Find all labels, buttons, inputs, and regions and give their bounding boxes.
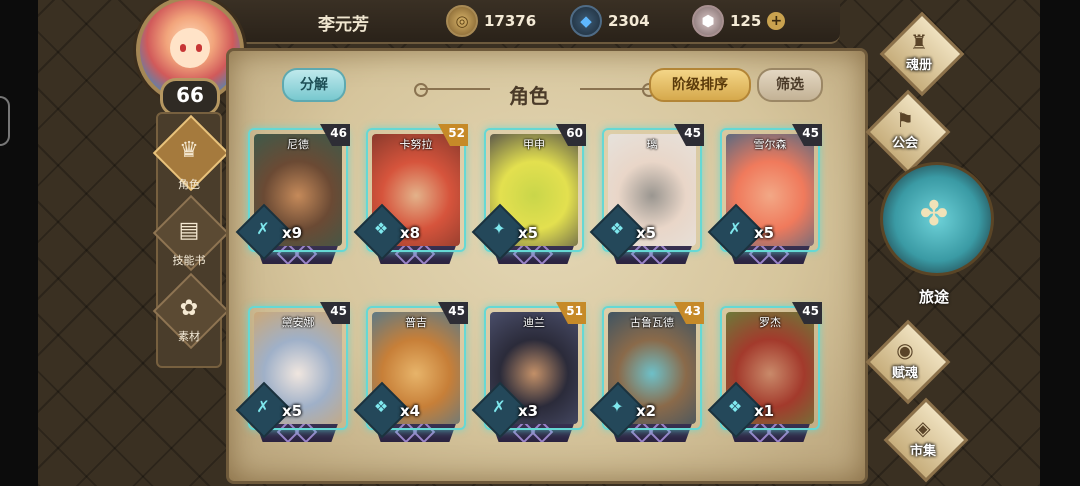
character-card[interactable]: 璃 45 ❖ x5 (589, 124, 704, 268)
character-count: x3 (518, 402, 539, 420)
nav-guild-label: 公会 (891, 136, 918, 151)
dagger-class-icon: ✗ (256, 219, 270, 238)
beast-class-icon: ❖ (373, 219, 389, 238)
character-count: x8 (400, 224, 421, 242)
character-count: x5 (282, 402, 303, 420)
book-icon: ▤ (178, 218, 200, 243)
character-card[interactable]: 甲申 60 ✦ x5 (471, 124, 586, 268)
game-screen: 李元芳 ◎ 17376 ◆ 2304 ⬢ 125 + 66 ♛ 角色 ▤ 技能书… (0, 0, 1080, 486)
coin-resource[interactable]: ◎ 17376 (446, 5, 537, 37)
avatar-face (170, 28, 210, 68)
decompose-button[interactable]: 分解 (282, 68, 346, 102)
coin-icon: ◎ (446, 5, 478, 37)
tab-character-label: 角色 (178, 178, 200, 191)
character-count: x2 (636, 402, 657, 420)
player-level-badge: 66 (160, 78, 220, 116)
character-card[interactable]: 黛安娜 45 ✗ x5 (235, 302, 350, 446)
add-gem-icon[interactable]: + (767, 12, 786, 30)
filter-button[interactable]: 筛选 (757, 68, 823, 102)
journey-icon: ✤ (919, 194, 949, 234)
claw-class-icon: ✦ (492, 219, 506, 238)
crystal-resource[interactable]: ◆ 2304 (570, 5, 650, 37)
dagger-class-icon: ✗ (728, 219, 742, 238)
tab-skill-book-label: 技能书 (172, 254, 206, 267)
tab-material-label: 素材 (178, 330, 200, 343)
nav-enchant[interactable]: ◉ 赋魂 (865, 319, 951, 405)
character-count: x5 (754, 224, 775, 242)
player-name: 李元芳 (318, 15, 369, 35)
title-ornament-right (580, 83, 656, 97)
gem-icon: ⬢ (692, 5, 724, 37)
avatar-eye-right (196, 44, 202, 52)
nav-enchant-label: 赋魂 (891, 366, 918, 381)
character-count: x1 (754, 402, 775, 420)
character-card[interactable]: 尼德 46 ✗ x9 (235, 124, 350, 268)
beast-class-icon: ❖ (373, 397, 389, 416)
title-ornament-left (414, 83, 490, 97)
beast-class-icon: ❖ (727, 397, 743, 416)
nav-journey[interactable]: ✤ 旅途 (876, 158, 994, 308)
nav-market[interactable]: ◈ 市集 (883, 397, 969, 483)
camera-notch (0, 96, 10, 146)
gem-resource[interactable]: ⬢ 125 + (692, 5, 786, 37)
claw-class-icon: ✦ (610, 397, 624, 416)
nav-soul-book-label: 魂册 (905, 58, 932, 73)
character-count: x5 (636, 224, 657, 242)
avatar-eye-left (180, 44, 186, 52)
dagger-class-icon: ✗ (492, 397, 506, 416)
character-card[interactable]: 普吉 45 ❖ x4 (353, 302, 468, 446)
left-tab-bar: ♛ 角色 ▤ 技能书 ✿ 素材 (152, 112, 230, 368)
character-count: x9 (282, 224, 303, 242)
crystal-icon: ◆ (570, 5, 602, 37)
character-count: x4 (400, 402, 421, 420)
beast-class-icon: ❖ (609, 219, 625, 238)
dagger-class-icon: ✗ (256, 397, 270, 416)
sort-by-rank-button[interactable]: 阶级排序 (649, 68, 751, 102)
character-card[interactable]: 雪尔森 45 ✗ x5 (707, 124, 822, 268)
character-count: x5 (518, 224, 539, 242)
market-icon: ◈ (915, 416, 931, 440)
nav-soul-book[interactable]: ♜ 魂册 (879, 11, 965, 97)
character-card[interactable]: 罗杰 45 ❖ x1 (707, 302, 822, 446)
coin-amount: 17376 (484, 12, 537, 30)
gem-amount: 125 (730, 12, 762, 30)
character-card[interactable]: 迪兰 51 ✗ x3 (471, 302, 586, 446)
nav-market-label: 市集 (909, 444, 936, 459)
mask-icon: ♛ (179, 138, 199, 163)
nav-journey-label: 旅途 (918, 288, 949, 306)
enchant-icon: ◉ (896, 338, 914, 362)
panel-title: 角色 (509, 84, 549, 108)
guild-icon: ⚑ (896, 108, 914, 132)
material-icon: ✿ (179, 296, 199, 321)
soul-book-icon: ♜ (910, 30, 928, 54)
character-card[interactable]: 古鲁瓦德 43 ✦ x2 (589, 302, 704, 446)
crystal-amount: 2304 (608, 12, 650, 30)
character-card[interactable]: 卡努拉 52 ❖ x8 (353, 124, 468, 268)
